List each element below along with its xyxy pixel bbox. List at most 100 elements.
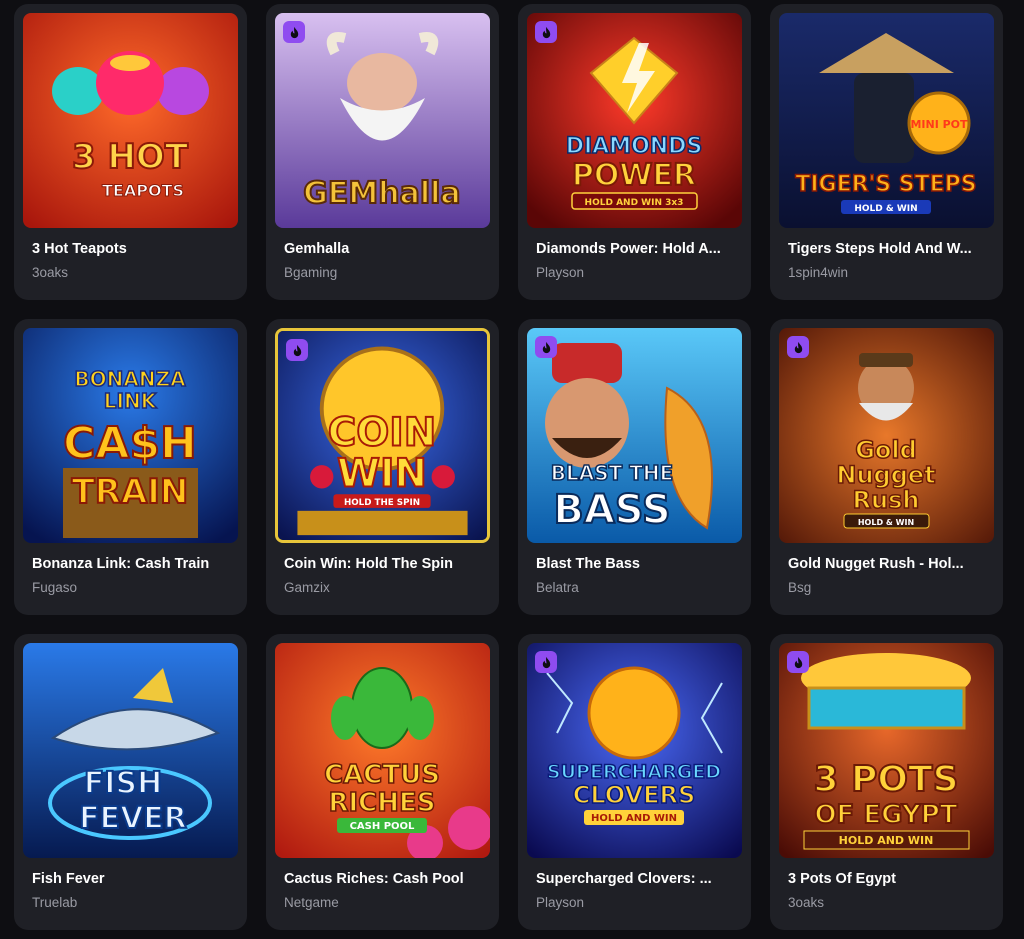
flame-icon — [542, 341, 550, 353]
game-title[interactable]: Gold Nugget Rush - Hol... — [788, 556, 987, 572]
flame-icon — [290, 26, 298, 38]
game-provider: Bgaming — [284, 265, 338, 280]
art-line: MINI POT — [910, 118, 968, 131]
art-line: WIN — [337, 452, 427, 497]
game-provider: Netgame — [284, 895, 339, 910]
flame-icon — [293, 344, 301, 356]
art-line: COIN — [328, 411, 437, 456]
game-title[interactable]: Gemhalla — [284, 241, 483, 257]
game-thumbnail[interactable]: COIN WIN HOLD THE SPIN — [275, 328, 490, 543]
game-card[interactable]: CACTUS RICHES CASH POOL Cactus Riches: C… — [266, 634, 499, 930]
game-card[interactable]: GEMhalla Gemhalla Bgaming — [266, 4, 499, 300]
game-artwork: GEMhalla — [275, 13, 490, 228]
game-thumbnail[interactable]: CACTUS RICHES CASH POOL — [275, 643, 490, 858]
hot-badge — [787, 651, 809, 673]
art-line: BASS — [553, 487, 670, 533]
game-card[interactable]: 3 POTS OF EGYPT HOLD AND WIN 3 Pots Of E… — [770, 634, 1003, 930]
game-artwork: 3 POTS OF EGYPT HOLD AND WIN — [779, 643, 994, 858]
art-line: GEMhalla — [303, 176, 460, 211]
game-card[interactable]: DIAMONDS POWER HOLD AND WIN 3x3 Diamonds… — [518, 4, 751, 300]
game-title[interactable]: Blast The Bass — [536, 556, 735, 572]
game-title[interactable]: Supercharged Clovers: ... — [536, 871, 735, 887]
game-artwork: DIAMONDS POWER HOLD AND WIN 3x3 — [527, 13, 742, 228]
art-line: HOLD AND WIN 3x3 — [585, 198, 684, 208]
game-thumbnail[interactable]: BONANZA LINK CA$H TRAIN — [23, 328, 238, 543]
game-artwork: 3 HOT TEAPOTS — [23, 13, 238, 228]
game-card[interactable]: FISH FEVER Fish Fever Truelab — [14, 634, 247, 930]
art-line: 3 POTS — [813, 759, 958, 800]
hot-badge — [283, 21, 305, 43]
game-artwork: COIN WIN HOLD THE SPIN — [278, 331, 487, 540]
game-thumbnail[interactable]: GEMhalla — [275, 13, 490, 228]
game-title[interactable]: Coin Win: Hold The Spin — [284, 556, 483, 572]
art-line: SUPERCHARGED — [547, 761, 721, 783]
game-title[interactable]: 3 Pots Of Egypt — [788, 871, 987, 887]
art-line: TRAIN — [72, 472, 189, 512]
hot-badge — [535, 336, 557, 358]
art-line: Gold — [855, 436, 917, 464]
art-line: FISH — [84, 766, 162, 801]
game-provider: 1spin4win — [788, 265, 849, 280]
game-artwork: BLAST THE BASS — [527, 328, 742, 543]
game-card[interactable]: SUPERCHARGED CLOVERS HOLD AND WIN Superc… — [518, 634, 751, 930]
art-line: FEVER — [79, 801, 187, 836]
art-line: CA$H — [63, 418, 197, 469]
game-title[interactable]: Cactus Riches: Cash Pool — [284, 871, 483, 887]
game-grid: 3 HOT TEAPOTS 3 Hot Teapots 3oaks GEMhal… — [14, 4, 1003, 930]
game-thumbnail[interactable]: DIAMONDS POWER HOLD AND WIN 3x3 — [527, 13, 742, 228]
game-thumbnail[interactable]: SUPERCHARGED CLOVERS HOLD AND WIN — [527, 643, 742, 858]
game-card[interactable]: BLAST THE BASS Blast The Bass Belatra — [518, 319, 751, 615]
hot-badge — [787, 336, 809, 358]
art-line: POWER — [572, 158, 696, 193]
game-title[interactable]: Tigers Steps Hold And W... — [788, 241, 987, 257]
game-card[interactable]: 3 HOT TEAPOTS 3 Hot Teapots 3oaks — [14, 4, 247, 300]
hot-badge — [535, 651, 557, 673]
game-artwork: Gold Nugget Rush HOLD & WIN — [779, 328, 994, 543]
game-provider: Playson — [536, 265, 585, 280]
art-line: RICHES — [328, 788, 435, 818]
art-line: 3 HOT — [72, 137, 189, 177]
flame-icon — [794, 656, 802, 668]
game-thumbnail[interactable]: BLAST THE BASS — [527, 328, 742, 543]
art-line: OF EGYPT — [814, 800, 957, 830]
hot-badge — [286, 339, 308, 361]
game-thumbnail[interactable]: Gold Nugget Rush HOLD & WIN — [779, 328, 994, 543]
game-provider: Truelab — [32, 895, 78, 910]
art-line: CACTUS — [324, 760, 440, 790]
art-line: BLAST THE — [551, 461, 674, 485]
flame-icon — [542, 656, 550, 668]
art-line: HOLD AND WIN — [591, 813, 677, 824]
game-card[interactable]: BONANZA LINK CA$H TRAIN Bonanza Link: Ca… — [14, 319, 247, 615]
game-card[interactable]: COIN WIN HOLD THE SPIN Coin Win: Hold Th… — [266, 319, 499, 615]
game-thumbnail[interactable]: 3 POTS OF EGYPT HOLD AND WIN — [779, 643, 994, 858]
game-thumbnail[interactable]: FISH FEVER — [23, 643, 238, 858]
game-card[interactable]: MINI POT TIGER'S STEPS HOLD & WIN Tigers… — [770, 4, 1003, 300]
game-thumbnail[interactable]: MINI POT TIGER'S STEPS HOLD & WIN — [779, 13, 994, 228]
game-artwork: CACTUS RICHES CASH POOL — [275, 643, 490, 858]
art-line: HOLD THE SPIN — [344, 498, 420, 508]
art-line: HOLD & WIN — [854, 204, 917, 214]
game-provider: Fugaso — [32, 580, 78, 595]
game-provider: Bsg — [788, 580, 812, 595]
game-provider: 3oaks — [32, 265, 69, 280]
art-line: Rush — [853, 486, 920, 514]
game-artwork: MINI POT TIGER'S STEPS HOLD & WIN — [779, 13, 994, 228]
game-provider: Belatra — [536, 580, 579, 595]
game-artwork: FISH FEVER — [23, 643, 238, 858]
flame-icon — [794, 341, 802, 353]
game-provider: Gamzix — [284, 580, 330, 595]
game-provider: 3oaks — [788, 895, 825, 910]
art-line: TEAPOTS — [102, 181, 184, 200]
game-artwork: BONANZA LINK CA$H TRAIN — [23, 328, 238, 543]
game-thumbnail[interactable]: 3 HOT TEAPOTS — [23, 13, 238, 228]
game-title[interactable]: 3 Hot Teapots — [32, 241, 231, 257]
art-line: Nugget — [836, 461, 935, 489]
hot-badge — [535, 21, 557, 43]
art-line: TIGER'S STEPS — [795, 172, 976, 197]
game-artwork: SUPERCHARGED CLOVERS HOLD AND WIN — [527, 643, 742, 858]
game-title[interactable]: Fish Fever — [32, 871, 231, 887]
game-card[interactable]: Gold Nugget Rush HOLD & WIN Gold Nugget … — [770, 319, 1003, 615]
game-title[interactable]: Bonanza Link: Cash Train — [32, 556, 231, 572]
game-title[interactable]: Diamonds Power: Hold A... — [536, 241, 735, 257]
art-line: DIAMONDS — [566, 134, 703, 159]
